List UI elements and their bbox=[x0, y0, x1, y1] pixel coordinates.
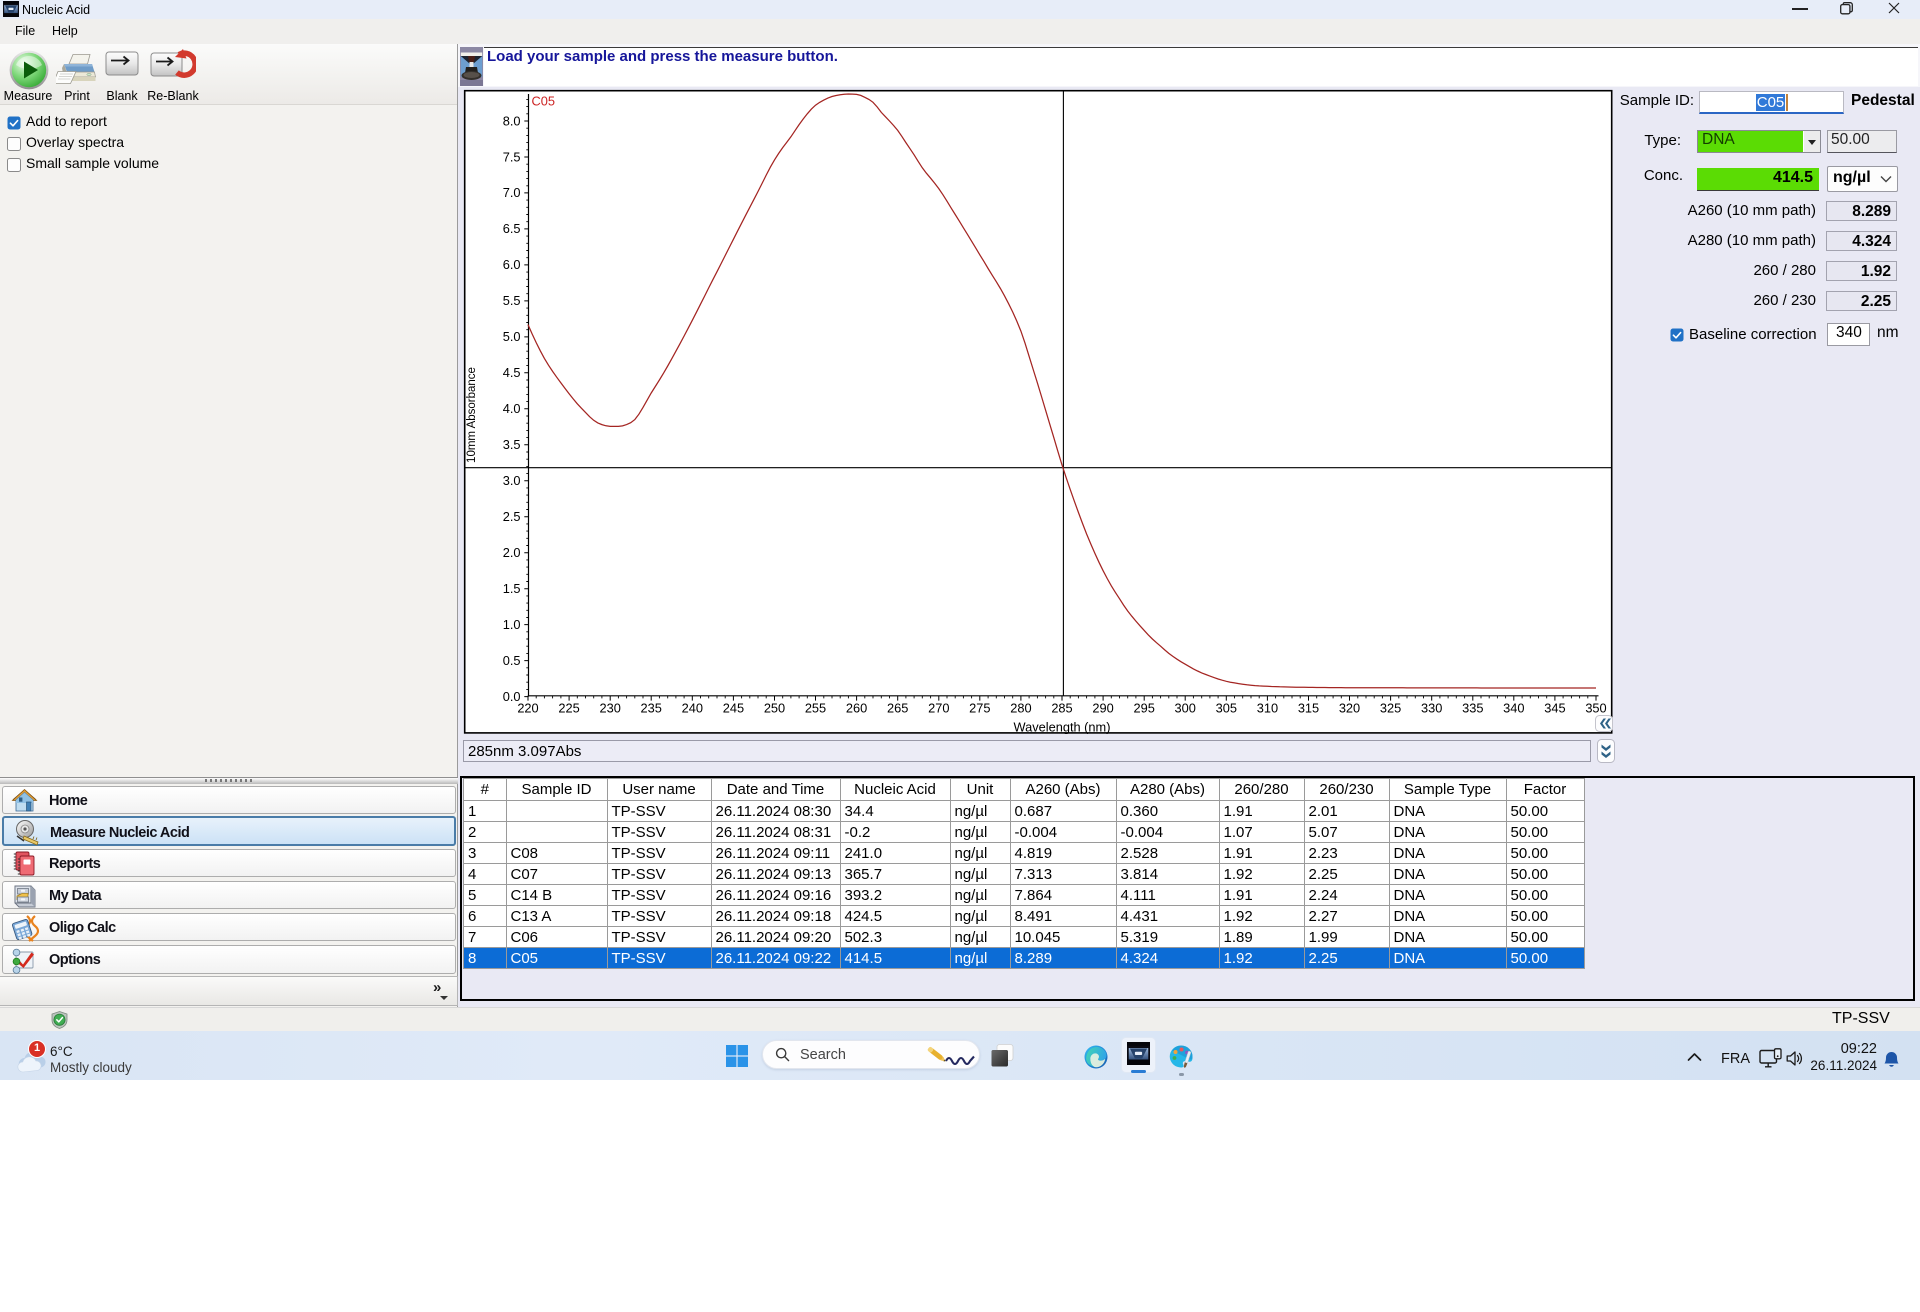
svg-text:3.0: 3.0 bbox=[503, 473, 521, 488]
svg-text:1.5: 1.5 bbox=[503, 581, 521, 596]
svg-text:325: 325 bbox=[1380, 701, 1401, 716]
svg-text:255: 255 bbox=[805, 701, 826, 716]
svg-text:330: 330 bbox=[1421, 701, 1442, 716]
svg-text:7.5: 7.5 bbox=[503, 149, 521, 164]
svg-text:1.0: 1.0 bbox=[503, 617, 521, 632]
svg-text:275: 275 bbox=[969, 701, 990, 716]
svg-text:345: 345 bbox=[1544, 701, 1565, 716]
svg-text:2.0: 2.0 bbox=[503, 545, 521, 560]
svg-text:225: 225 bbox=[558, 701, 579, 716]
svg-text:2.5: 2.5 bbox=[503, 509, 521, 524]
svg-text:340: 340 bbox=[1503, 701, 1524, 716]
svg-text:4.0: 4.0 bbox=[503, 401, 521, 416]
svg-text:7.0: 7.0 bbox=[503, 185, 521, 200]
svg-text:250: 250 bbox=[764, 701, 785, 716]
svg-text:245: 245 bbox=[723, 701, 744, 716]
svg-text:C05: C05 bbox=[532, 94, 555, 109]
svg-text:320: 320 bbox=[1339, 701, 1360, 716]
svg-text:5.0: 5.0 bbox=[503, 329, 521, 344]
svg-text:270: 270 bbox=[928, 701, 949, 716]
svg-text:0.5: 0.5 bbox=[503, 653, 521, 668]
svg-text:220: 220 bbox=[517, 701, 538, 716]
svg-text:315: 315 bbox=[1298, 701, 1319, 716]
svg-text:240: 240 bbox=[682, 701, 703, 716]
svg-text:5.5: 5.5 bbox=[503, 293, 521, 308]
svg-text:6.5: 6.5 bbox=[503, 221, 521, 236]
svg-text:260: 260 bbox=[846, 701, 867, 716]
svg-text:4.5: 4.5 bbox=[503, 365, 521, 380]
svg-text:350: 350 bbox=[1585, 701, 1606, 716]
svg-text:8.0: 8.0 bbox=[503, 113, 521, 128]
svg-text:Wavelength (nm): Wavelength (nm) bbox=[1014, 720, 1111, 735]
svg-text:310: 310 bbox=[1257, 701, 1278, 716]
svg-text:335: 335 bbox=[1462, 701, 1483, 716]
svg-text:305: 305 bbox=[1216, 701, 1237, 716]
svg-text:300: 300 bbox=[1175, 701, 1196, 716]
svg-text:285: 285 bbox=[1051, 701, 1072, 716]
svg-text:290: 290 bbox=[1092, 701, 1113, 716]
svg-text:265: 265 bbox=[887, 701, 908, 716]
svg-text:6.0: 6.0 bbox=[503, 257, 521, 272]
svg-text:230: 230 bbox=[600, 701, 621, 716]
svg-text:3.5: 3.5 bbox=[503, 437, 521, 452]
svg-text:295: 295 bbox=[1134, 701, 1155, 716]
svg-text:280: 280 bbox=[1010, 701, 1031, 716]
svg-text:235: 235 bbox=[641, 701, 662, 716]
svg-text:10mm Absorbance: 10mm Absorbance bbox=[466, 367, 478, 463]
